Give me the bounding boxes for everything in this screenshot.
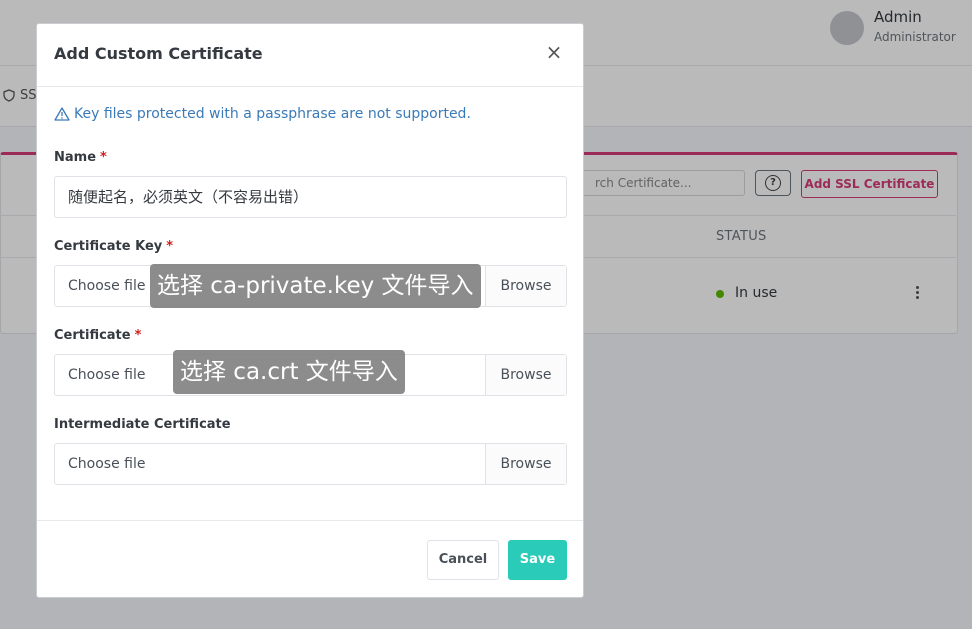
intermediate-certificate-label: Intermediate Certificate [54, 417, 231, 432]
cancel-button[interactable]: Cancel [427, 540, 499, 580]
modal-footer-divider [37, 520, 583, 521]
modal-title: Add Custom Certificate [54, 44, 263, 63]
close-icon[interactable]: × [544, 41, 564, 63]
browse-button[interactable]: Browse [485, 266, 566, 306]
file-input-text: Choose file [68, 456, 146, 472]
browse-button[interactable]: Browse [485, 355, 566, 395]
warning-icon [54, 107, 70, 121]
annotation-key-tip: 选择 ca-private.key 文件导入 [150, 264, 481, 308]
certificate-key-label: Certificate Key * [54, 239, 174, 254]
file-input-text: Choose file [68, 367, 146, 383]
certificate-label: Certificate * [54, 328, 142, 343]
intermediate-certificate-file-input[interactable]: Choose file Browse [54, 443, 567, 485]
annotation-cert-tip: 选择 ca.crt 文件导入 [173, 350, 405, 394]
passphrase-warning: Key files protected with a passphrase ar… [54, 106, 471, 122]
browse-button[interactable]: Browse [485, 444, 566, 484]
warning-text: Key files protected with a passphrase ar… [74, 106, 471, 122]
file-input-text: Choose file [68, 278, 146, 294]
modal-header: Add Custom Certificate × [37, 24, 583, 87]
name-label: Name * [54, 150, 107, 165]
save-button[interactable]: Save [508, 540, 567, 580]
add-certificate-modal: Add Custom Certificate × Key files prote… [36, 23, 584, 598]
name-input[interactable]: 随便起名，必须英文（不容易出错） [54, 176, 567, 218]
